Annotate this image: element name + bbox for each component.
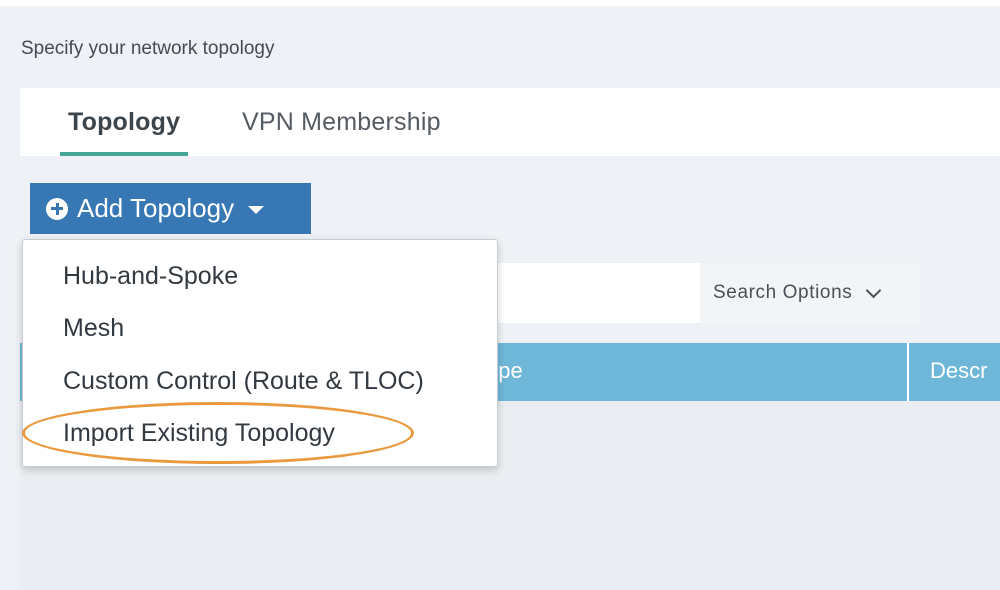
search-options-label: Search Options	[713, 282, 853, 303]
tab-topology-label: Topology	[68, 108, 181, 136]
menu-item-mesh[interactable]: Mesh	[63, 314, 124, 343]
add-topology-label: Add Topology	[77, 193, 235, 223]
search-options-button[interactable]: Search Options	[700, 263, 920, 323]
tab-vpn-membership-label: VPN Membership	[242, 108, 441, 136]
add-topology-button[interactable]: Add Topology	[30, 183, 311, 234]
tab-vpn-membership[interactable]: VPN Membership	[242, 108, 441, 156]
tab-bar: Topology VPN Membership	[20, 88, 1000, 156]
column-divider	[907, 343, 909, 401]
menu-item-custom-control[interactable]: Custom Control (Route & TLOC)	[63, 367, 424, 396]
chevron-down-icon	[866, 282, 882, 298]
page-title: Specify your network topology	[21, 38, 275, 59]
menu-item-import-existing-topology[interactable]: Import Existing Topology	[63, 419, 335, 448]
column-header-description[interactable]: Descr	[930, 358, 987, 384]
search-bar: Search Options	[480, 263, 920, 323]
topology-page: Specify your network topology Topology V…	[0, 6, 1000, 590]
tab-topology[interactable]: Topology	[60, 108, 189, 156]
menu-item-hub-and-spoke[interactable]: Hub-and-Spoke	[63, 262, 238, 291]
plus-circle-icon	[46, 197, 68, 220]
add-topology-dropdown-menu: Hub-and-Spoke Mesh Custom Control (Route…	[22, 239, 498, 467]
active-tab-indicator	[60, 152, 189, 156]
caret-down-icon	[248, 206, 265, 214]
